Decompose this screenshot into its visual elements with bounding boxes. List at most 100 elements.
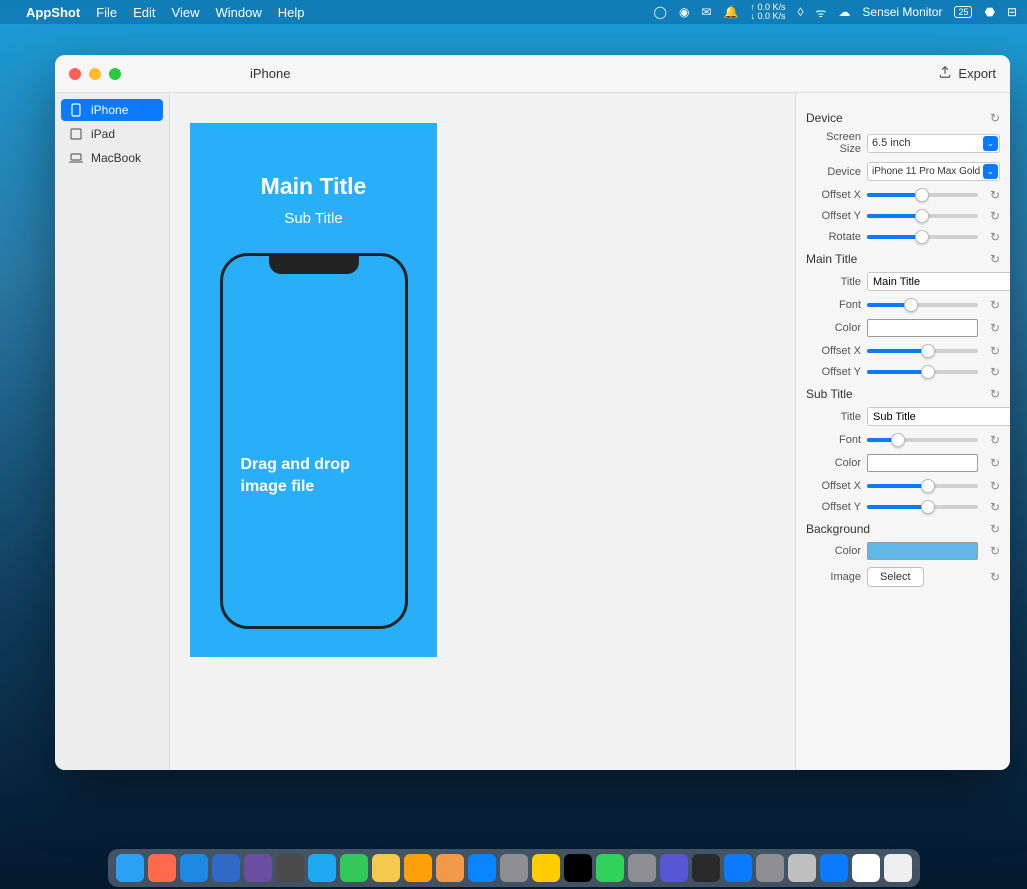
background-color-well[interactable] [867,542,978,560]
section-background: Background ↻ [806,522,1000,536]
bell-icon[interactable]: 🔔 [724,5,739,19]
dock-app[interactable] [628,854,656,882]
reset-icon[interactable]: ↻ [990,365,1000,379]
main-color-well[interactable] [867,319,978,337]
sensei-monitor[interactable]: Sensei Monitor [862,5,942,19]
minimize-button[interactable] [89,68,101,80]
dock-app[interactable] [116,854,144,882]
dock-app[interactable] [212,854,240,882]
sub-title-input[interactable] [867,407,1010,426]
control-center-icon[interactable]: ⊟ [1007,5,1017,19]
sub-color-well[interactable] [867,454,978,472]
reset-icon[interactable]: ↻ [990,433,1000,447]
drop-text: Drag and drop image file [223,454,405,497]
screen-size-select[interactable]: 6.5 inch ⌄ [867,134,1000,153]
reset-icon[interactable]: ↻ [990,522,1000,536]
reset-icon[interactable]: ↻ [990,111,1000,125]
main-offset-y-slider[interactable] [867,370,978,374]
dock-app[interactable] [596,854,624,882]
status-icon[interactable]: ◯ [654,5,667,19]
dock-app[interactable] [756,854,784,882]
reset-icon[interactable]: ↻ [990,544,1000,558]
reset-icon[interactable]: ↻ [990,298,1000,312]
wechat-icon[interactable]: ✉ [701,5,711,19]
app-name[interactable]: AppShot [26,5,80,20]
dock-app[interactable] [436,854,464,882]
dock-app[interactable] [820,854,848,882]
dock [108,849,920,887]
device-rotate-slider[interactable] [867,235,978,239]
dock-app[interactable] [180,854,208,882]
tablet-icon [69,128,83,140]
wifi-icon[interactable]: ᯤ [815,4,826,21]
reset-icon[interactable]: ↻ [990,500,1000,514]
reset-icon[interactable]: ↻ [990,188,1000,202]
maximize-button[interactable] [109,68,121,80]
dock-app[interactable] [532,854,560,882]
reset-icon[interactable]: ↻ [990,387,1000,401]
dock-app[interactable] [724,854,752,882]
sub-offset-x-slider[interactable] [867,484,978,488]
menu-window[interactable]: Window [215,5,261,20]
reset-icon[interactable]: ↻ [990,456,1000,470]
sidebar-item-iphone[interactable]: iPhone [61,99,163,121]
dock-app[interactable] [788,854,816,882]
canvas[interactable]: Main Title Sub Title Drag and drop image… [170,93,795,770]
dock-app[interactable] [372,854,400,882]
menu-help[interactable]: Help [278,5,305,20]
date-icon[interactable]: 25 [954,6,972,18]
color-label: Color [806,457,861,469]
device-offset-x-slider[interactable] [867,193,978,197]
dock-app[interactable] [692,854,720,882]
dock-app[interactable] [244,854,272,882]
dock-app[interactable] [276,854,304,882]
section-main-title: Main Title ↻ [806,252,1000,266]
shield-icon[interactable]: ⬣ [984,5,994,19]
main-font-slider[interactable] [867,303,978,307]
phone-icon [69,103,83,117]
main-offset-x-slider[interactable] [867,349,978,353]
main-title-input[interactable] [867,272,1010,291]
artboard[interactable]: Main Title Sub Title Drag and drop image… [190,123,437,657]
title-label: Title [806,276,861,288]
reset-icon[interactable]: ↻ [990,209,1000,223]
export-button[interactable]: Export [924,65,1010,82]
menu-edit[interactable]: Edit [133,5,155,20]
reset-icon[interactable]: ↻ [990,570,1000,584]
offset-x-label: Offset X [806,189,861,201]
device-select[interactable]: iPhone 11 Pro Max Gold ⌄ [867,162,1000,181]
menu-file[interactable]: File [96,5,117,20]
cube-icon[interactable]: ◊ [797,5,803,19]
netspeed: ↑ 0.0 K/s ↓ 0.0 K/s [750,3,785,21]
offset-y-label: Offset Y [806,366,861,378]
dock-app[interactable] [500,854,528,882]
reset-icon[interactable]: ↻ [990,344,1000,358]
reset-icon[interactable]: ↻ [990,321,1000,335]
dock-app[interactable] [660,854,688,882]
reset-icon[interactable]: ↻ [990,230,1000,244]
select-image-button[interactable]: Select [867,567,924,587]
dock-app[interactable] [404,854,432,882]
dock-app[interactable] [148,854,176,882]
dock-app[interactable] [340,854,368,882]
reset-icon[interactable]: ↻ [990,252,1000,266]
dock-app[interactable] [468,854,496,882]
laptop-icon [69,153,83,163]
reset-icon[interactable]: ↻ [990,479,1000,493]
device-offset-y-slider[interactable] [867,214,978,218]
phone-mockup[interactable]: Drag and drop image file [220,253,408,629]
menu-view[interactable]: View [172,5,200,20]
sidebar-item-label: iPhone [91,103,128,117]
close-button[interactable] [69,68,81,80]
sub-offset-y-slider[interactable] [867,505,978,509]
device-label: Device [806,166,861,178]
cloud-icon[interactable]: ☁ [838,5,850,19]
sidebar-item-macbook[interactable]: MacBook [61,147,163,169]
dock-app[interactable] [884,854,912,882]
dock-app[interactable] [308,854,336,882]
sidebar-item-ipad[interactable]: iPad [61,123,163,145]
dock-app[interactable] [852,854,880,882]
mic-icon[interactable]: ◉ [679,5,689,19]
dock-app[interactable] [564,854,592,882]
sub-font-slider[interactable] [867,438,978,442]
